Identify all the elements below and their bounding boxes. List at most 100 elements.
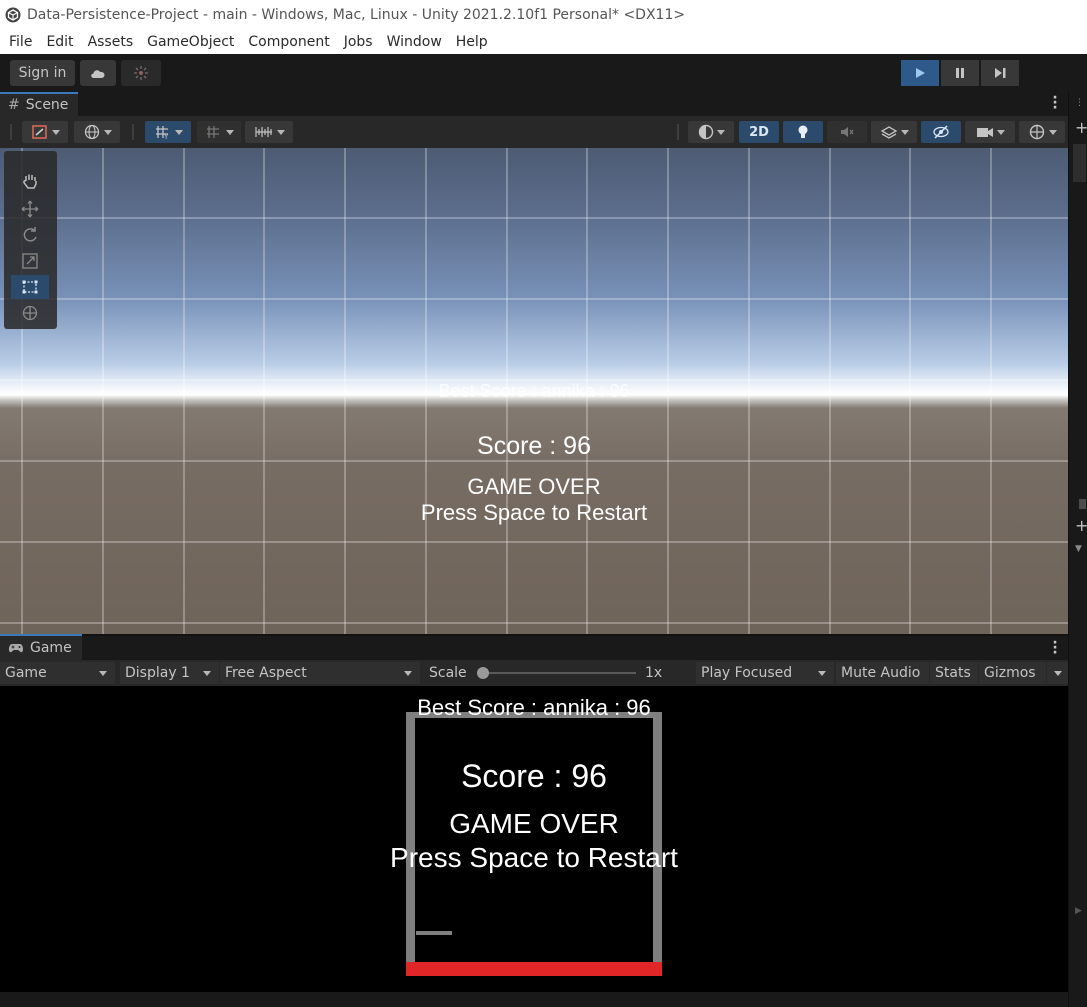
eye-hidden-icon [933,125,949,139]
mute-audio-toggle[interactable]: Mute Audio [836,662,929,684]
display-select-value: Display 1 [125,665,190,681]
scene-lighting-button[interactable] [783,121,823,143]
scene-game-over-text: GAME OVER [467,474,601,499]
transform-all-icon [22,305,38,321]
rotate-icon [23,227,37,242]
dock-tab-handle[interactable] [1079,499,1086,509]
dock-expand-icon[interactable]: ▶ [1075,906,1082,916]
dock-scrollbar[interactable] [1073,144,1086,182]
game-score-text: Score : 96 [461,758,607,794]
rotate-tool-button[interactable] [11,223,49,247]
game-panel-menu-icon[interactable]: · · · [1052,636,1058,660]
scene-camera-dropdown[interactable] [965,121,1015,143]
gizmos-dropdown[interactable] [1019,121,1065,143]
camera-icon [976,128,993,137]
ruler-dropdown[interactable] [245,121,293,143]
scene-audio-button[interactable] [827,121,867,143]
scale-slider-track[interactable] [480,672,636,674]
gizmos-toggle[interactable]: Gizmos [979,662,1046,684]
collab-icon [134,66,148,80]
scene-toolbar: Y 2D [0,116,1068,148]
cloud-button[interactable] [80,60,116,86]
toolbar-separator [132,124,134,140]
chevron-down-icon [404,671,412,676]
hand-tool-button[interactable] [11,169,49,193]
lightbulb-icon [798,125,808,138]
game-paddle [406,962,662,976]
scale-value: 1x [645,665,663,681]
snap-grid-icon [206,126,219,138]
collab-button[interactable] [121,60,161,86]
game-viewport[interactable]: Best Score : annika : 96 Score : 96 GAME… [0,686,1068,992]
scene-tools-overlay [4,151,57,329]
unity-logo-icon [5,7,21,23]
cloud-icon [91,70,105,78]
draw-mode-dropdown[interactable] [688,121,734,143]
ruler-icon [254,127,272,137]
scene-best-score-text: Best Score : annika : 96 [438,381,630,401]
aspect-select-value: Free Aspect [225,665,307,681]
play-focus-select[interactable]: Play Focused [696,662,834,684]
menu-window[interactable]: Window [380,34,449,50]
game-toolbar: Game Display 1 Free Aspect Scale 1x Play… [0,660,1068,686]
move-tool-button[interactable] [11,197,49,221]
menu-edit[interactable]: Edit [39,34,80,50]
toolbar-separator [677,124,679,140]
snap-increment-dropdown[interactable] [197,121,241,143]
effects-layers-icon [880,126,897,139]
menu-component[interactable]: Component [241,34,336,50]
menu-gameobject[interactable]: GameObject [140,34,241,50]
tab-scene-label: Scene [25,97,69,113]
step-icon [995,68,1006,78]
toggle-2d-button[interactable]: 2D [739,121,779,143]
sign-in-button[interactable]: Sign in [10,60,75,86]
scene-effects-dropdown[interactable] [871,121,917,143]
scale-label: Scale [429,665,467,681]
rect-tool-button[interactable] [11,275,49,299]
game-brick-fragment [416,931,452,935]
chevron-down-icon [99,671,107,676]
svg-text:Y: Y [163,133,169,140]
scale-icon [22,253,38,269]
menu-file[interactable]: File [2,34,39,50]
scene-grid-icon: # [8,97,20,113]
tab-scene[interactable]: # Scene [0,92,79,116]
transform-tool-button[interactable] [11,301,49,325]
dock-dropdown-icon[interactable]: ▼ [1075,544,1082,554]
chevron-down-icon [996,129,1005,135]
menu-bar: File Edit Assets GameObject Component Jo… [0,30,1087,54]
dock-add-icon-2[interactable]: + [1075,516,1087,535]
step-button[interactable] [981,60,1019,86]
play-focus-select-value: Play Focused [701,665,793,681]
scale-tool-button[interactable] [11,249,49,273]
tab-game-label: Game [30,640,72,656]
aspect-select[interactable]: Free Aspect [220,662,420,684]
chevron-down-icon [1048,129,1057,135]
shading-icon [698,124,713,140]
menu-help[interactable]: Help [449,34,495,50]
play-button[interactable] [901,60,939,86]
scene-visibility-button[interactable] [921,121,961,143]
scale-slider-handle[interactable] [477,667,489,679]
chevron-down-icon [203,671,211,676]
tab-game[interactable]: Game [0,634,82,660]
tool-handle-dropdown[interactable] [22,121,68,143]
chevron-down-icon [1054,671,1062,676]
scene-tab-bar: # Scene · · · [0,91,1068,116]
display-select[interactable]: Display 1 [120,662,219,684]
pause-button[interactable] [941,60,979,86]
dock-add-icon[interactable]: + [1075,118,1087,137]
menu-jobs[interactable]: Jobs [337,34,380,50]
grid-snapping-dropdown[interactable]: Y [145,121,191,143]
chevron-down-icon [225,129,234,135]
game-view-select[interactable]: Game [0,662,115,684]
dock-menu-icon[interactable]: ⋮ [1075,98,1084,108]
gizmos-dropdown-button[interactable] [1047,662,1068,684]
stats-toggle[interactable]: Stats [930,662,978,684]
menu-assets[interactable]: Assets [81,34,141,50]
scene-viewport[interactable]: Best Score : annika : 96 Score : 96 GAME… [0,148,1068,634]
global-local-dropdown[interactable] [74,121,120,143]
scene-panel-menu-icon[interactable]: · · · [1052,91,1058,115]
game-view-select-value: Game [5,665,47,681]
toolbar-grip [10,124,12,140]
